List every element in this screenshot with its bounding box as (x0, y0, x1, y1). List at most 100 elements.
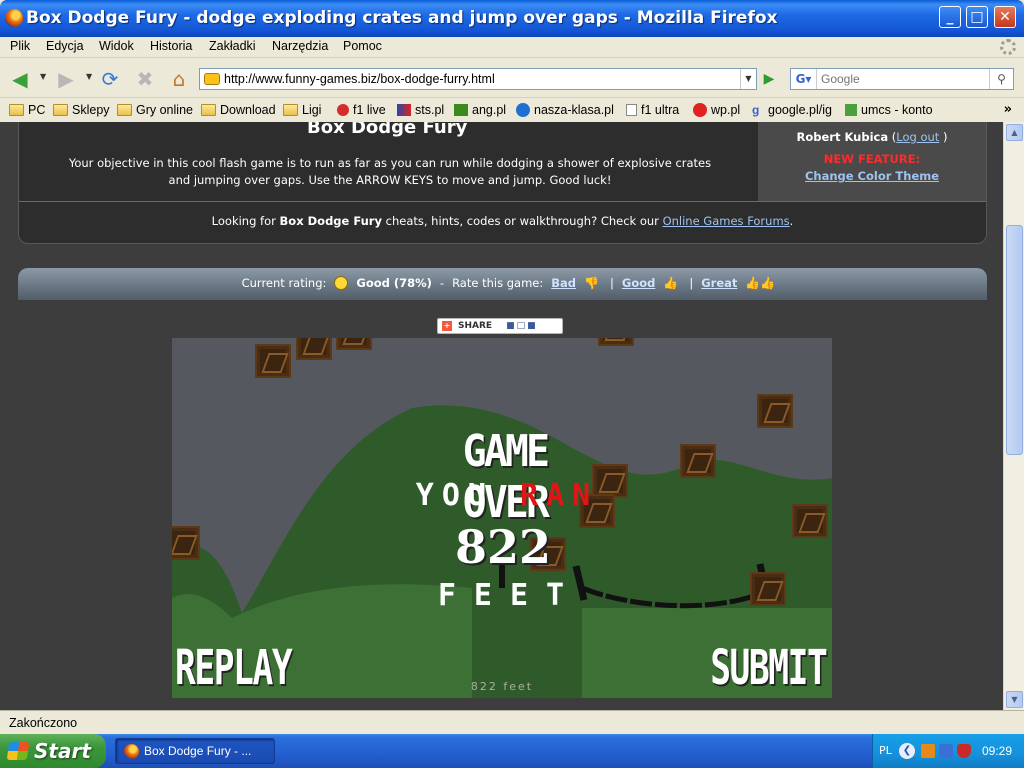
folder-icon (201, 104, 216, 116)
bookmark-f1-live[interactable]: f1 live (337, 103, 386, 117)
rate-game-label: Rate this game: (452, 276, 544, 290)
show-hidden-icons-icon[interactable]: ❮ (899, 743, 915, 759)
clock[interactable]: 09:29 (982, 744, 1012, 758)
throbber-icon (1000, 39, 1016, 55)
menu-pomoc[interactable]: Pomoc (343, 39, 382, 53)
bookmark-f1-ultra[interactable]: f1 ultra (626, 103, 679, 117)
close-button[interactable]: ✕ (994, 6, 1016, 28)
current-rating-value: Good (78%) (356, 276, 432, 290)
back-icon[interactable]: ◀ (8, 68, 32, 90)
search-engine-google-icon[interactable]: G▾ (791, 69, 817, 89)
forward-icon[interactable]: ▶ (54, 68, 78, 90)
crate (296, 338, 332, 360)
url-bar[interactable]: http://www.funny-games.biz/box-dodge-fur… (199, 68, 757, 90)
scroll-up-icon[interactable]: ▲ (1006, 124, 1023, 141)
crate (172, 526, 200, 560)
firefox-icon (5, 9, 23, 27)
bookmark-label: Ligi (302, 103, 322, 117)
bookmark-label: google.pl/ig (768, 103, 832, 117)
online-games-forums-link[interactable]: Online Games Forums (663, 214, 790, 228)
tray-sun-icon[interactable] (921, 744, 935, 758)
vertical-scrollbar[interactable]: ▲ ▼ (1003, 122, 1024, 710)
thumbs-up-icon[interactable]: 👍 (663, 276, 681, 290)
change-color-theme-link[interactable]: Change Color Theme (758, 169, 986, 183)
rate-bad-link[interactable]: Bad (551, 276, 576, 290)
scroll-down-icon[interactable]: ▼ (1006, 691, 1023, 708)
rating-dash: - (439, 276, 445, 290)
f1-icon (337, 104, 349, 116)
share-button[interactable]: + SHARE ■□■ (437, 318, 563, 334)
umcs-icon (845, 104, 857, 116)
cheats-prefix: Looking for (211, 214, 276, 228)
menu-edycja[interactable]: Edycja (46, 39, 84, 53)
current-rating-label: Current rating: (241, 276, 327, 290)
stop-icon[interactable]: ✖ (133, 68, 157, 90)
url-history-dropdown-icon[interactable]: ▼ (740, 69, 756, 89)
smiley-icon (334, 276, 349, 290)
window-title-bar: Box Dodge Fury - dodge exploding crates … (0, 0, 1024, 37)
sts-icon (397, 104, 411, 116)
logout-link[interactable]: Log out (896, 130, 939, 144)
rating-row: Current rating: Good (78%) - Rate this g… (18, 276, 987, 290)
cheats-middle: cheats, hints, codes or walkthrough? Che… (385, 214, 659, 228)
reload-icon[interactable]: ⟳ (98, 68, 122, 90)
distance-hud: 822 feet (470, 680, 534, 693)
menu-zakladki[interactable]: Zakładki (209, 39, 256, 53)
flash-game-area[interactable]: GAME OVER YOU RAN 822 FEET REPLAY SUBMIT… (172, 338, 832, 698)
maximize-button[interactable]: □ (966, 6, 988, 28)
google-icon: g (752, 103, 760, 117)
crate (750, 572, 786, 606)
game-info-box: Box Dodge Fury Your objective in this co… (18, 122, 987, 244)
scroll-thumb[interactable] (1006, 225, 1023, 455)
forward-dropdown-icon[interactable]: ▼ (86, 72, 92, 81)
rating-separator: | (689, 276, 694, 290)
rate-good-link[interactable]: Good (622, 276, 655, 290)
back-dropdown-icon[interactable]: ▼ (40, 72, 46, 81)
thumbs-down-icon[interactable]: 👎 (584, 276, 602, 290)
bookmark-sklepy[interactable]: Sklepy (53, 103, 110, 117)
url-text[interactable]: http://www.funny-games.biz/box-dodge-fur… (224, 72, 495, 86)
home-icon[interactable]: ⌂ (167, 68, 191, 90)
bookmark-label: f1 live (353, 103, 386, 117)
tray-network-icon[interactable] (939, 744, 953, 758)
share-label: SHARE (458, 321, 493, 331)
rate-great-link[interactable]: Great (701, 276, 737, 290)
status-text: Zakończono (9, 716, 78, 730)
ran-word: RAN (520, 478, 599, 513)
bookmark-nasza-klasa[interactable]: nasza-klasa.pl (516, 103, 614, 117)
bookmark-ligi[interactable]: Ligi (283, 103, 321, 117)
bookmark-wp[interactable]: wp.pl (693, 103, 740, 117)
menu-widok[interactable]: Widok (99, 39, 134, 53)
taskbar-window-title: Box Dodge Fury - ... (144, 744, 252, 758)
bookmark-google-ig[interactable]: g google.pl/ig (752, 103, 832, 117)
bookmark-gry-online[interactable]: Gry online (117, 103, 193, 117)
menu-narzedzia[interactable]: Narzędzia (272, 39, 328, 53)
search-bar[interactable]: G▾ ⚲ (790, 68, 1014, 90)
language-indicator[interactable]: PL (879, 744, 892, 757)
search-input[interactable] (817, 70, 981, 88)
site-favicon-icon (204, 73, 220, 85)
tray-security-shield-icon[interactable] (957, 744, 971, 758)
bookmarks-overflow-chevron-icon[interactable]: » (1004, 102, 1012, 117)
crate (255, 344, 291, 378)
bookmark-label: Download (220, 103, 276, 117)
divider (19, 201, 986, 202)
bookmark-sts[interactable]: sts.pl (397, 103, 444, 117)
search-icon[interactable]: ⚲ (989, 69, 1013, 89)
system-tray: PL ❮ 09:29 (872, 734, 1024, 768)
user-row: Robert Kubica (Log out ) (758, 130, 986, 144)
bookmark-pc[interactable]: PC (9, 103, 45, 117)
menu-historia[interactable]: Historia (150, 39, 192, 53)
nk-icon (516, 103, 530, 117)
taskbar-firefox-window[interactable]: Box Dodge Fury - ... (115, 738, 275, 764)
bookmark-umcs[interactable]: umcs - konto (845, 103, 933, 117)
double-thumbs-up-icon[interactable]: 👍👍 (745, 276, 775, 290)
bookmark-label: wp.pl (711, 103, 741, 117)
bookmark-ang[interactable]: ang.pl (454, 103, 506, 117)
minimize-button[interactable]: _ (939, 6, 961, 28)
bookmark-download[interactable]: Download (201, 103, 276, 117)
windows-logo-icon (6, 742, 30, 760)
go-icon[interactable]: ▶ (760, 70, 778, 88)
menu-plik[interactable]: Plik (10, 39, 30, 53)
start-button[interactable]: Start (0, 734, 106, 768)
